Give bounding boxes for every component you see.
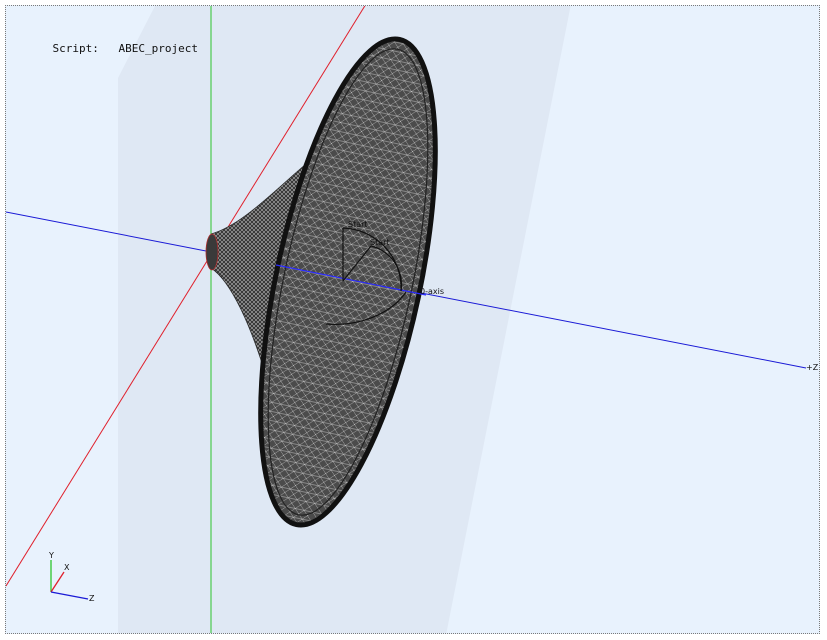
script-name: ABEC_project [118, 42, 198, 55]
z-axis-label: +Z [806, 363, 819, 372]
script-info: Script: ABEC_project [26, 29, 198, 68]
3d-viewport[interactable]: Start Start 0-axis +Z Y X Z Script: ABEC_… [5, 5, 820, 634]
gizmo-x-label: X [64, 563, 70, 572]
script-label: Script: [52, 42, 99, 55]
annotation-start2-label: Start [370, 238, 390, 247]
annotation-start-label: Start [348, 220, 368, 229]
annotation-0-axis-label: 0-axis [420, 287, 444, 296]
horn-throat [205, 233, 219, 271]
orientation-gizmo: Y X Z [48, 551, 95, 603]
gizmo-z-label: Z [89, 594, 95, 603]
gizmo-y-label: Y [48, 551, 54, 560]
scene-canvas[interactable]: Start Start 0-axis +Z Y X Z [6, 6, 820, 634]
